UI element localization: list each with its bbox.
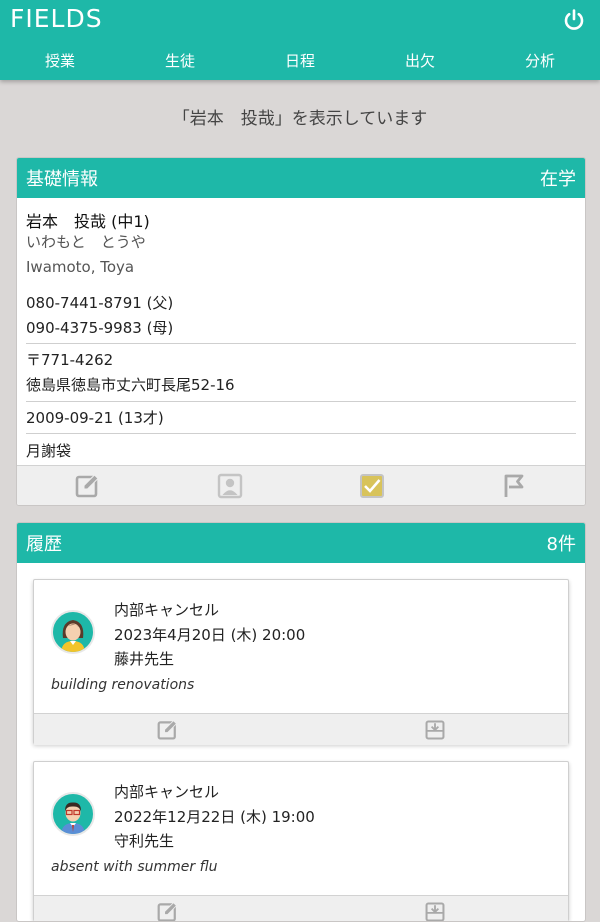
history-teacher: 守利先生 [114,829,315,854]
person-icon [217,473,243,499]
history-teacher: 藤井先生 [114,647,305,672]
history-details: 内部キャンセル 2023年4月20日 (木) 20:00 藤井先生 [114,598,305,672]
history-item-toolbar [34,895,568,922]
top-bar: FIELDS 授業 生徒 日程 出欠 分析 [0,0,600,80]
enrollment-status: 在学 [540,165,576,191]
basic-info-card: 基礎情報 在学 岩本 投哉 (中1) いわもと とうや Iwamoto, Toy… [16,157,586,506]
status-message: 「岩本 投哉」を表示しています [0,104,600,129]
archive-icon [424,719,446,741]
history-header: 履歴 8件 [17,523,585,563]
basic-info-header: 基礎情報 在学 [17,158,585,198]
history-item: 内部キャンセル 2022年12月22日 (木) 19:00 守利先生 absen… [33,761,569,921]
history-type: 内部キャンセル [114,598,305,623]
main-nav: 授業 生徒 日程 出欠 分析 [0,42,600,80]
address: 徳島県徳島市丈六町長尾52-16 [26,373,576,398]
edit-icon [157,719,179,741]
student-name-roman: Iwamoto, Toya [26,255,576,280]
student-name-kana: いわもと とうや [26,230,576,255]
checkbox-icon [359,473,385,499]
power-icon[interactable] [562,8,586,32]
phone-list: 080-7441-8791 (父) 090-4375-9983 (母) [26,280,576,344]
edit-icon [75,473,101,499]
history-note: building renovations [51,677,194,693]
postal-code: 〒771-4262 [26,348,576,373]
archive-icon [424,901,446,922]
nav-item-schedule[interactable]: 日程 [240,42,360,80]
history-datetime: 2022年12月22日 (木) 19:00 [114,805,315,830]
flag-icon [501,473,527,499]
history-details: 内部キャンセル 2022年12月22日 (木) 19:00 守利先生 [114,780,315,854]
history-archive-button[interactable] [301,714,568,745]
history-note: absent with summer flu [51,859,218,875]
basic-info-body: 岩本 投哉 (中1) いわもと とうや Iwamoto, Toya 080-74… [17,198,585,470]
history-datetime: 2023年4月20日 (木) 20:00 [114,623,305,648]
birthday: 2009-09-21 (13才) [26,402,576,434]
nav-item-students[interactable]: 生徒 [120,42,240,80]
male-teacher-icon [53,794,93,834]
nav-item-classes[interactable]: 授業 [0,42,120,80]
basic-info-toolbar [17,465,585,505]
history-card: 履歴 8件 内部キャンセル 2023年4月20日 (木) 20:00 藤井先生 … [16,522,586,922]
female-teacher-icon [53,612,93,652]
history-item: 内部キャンセル 2023年4月20日 (木) 20:00 藤井先生 buildi… [33,579,569,744]
app-logo[interactable]: FIELDS [10,4,103,33]
history-title: 履歴 [26,530,62,556]
history-type: 内部キャンセル [114,780,315,805]
nav-item-analysis[interactable]: 分析 [480,42,600,80]
basic-info-title: 基礎情報 [26,165,98,191]
student-name: 岩本 投哉 (中1) [26,208,576,230]
check-button[interactable] [301,466,443,505]
history-count: 8件 [547,530,576,556]
profile-button[interactable] [159,466,301,505]
nav-item-attendance[interactable]: 出欠 [360,42,480,80]
edit-icon [157,901,179,922]
teacher-avatar [51,610,95,654]
address-block: 〒771-4262 徳島県徳島市丈六町長尾52-16 [26,344,576,402]
edit-button[interactable] [17,466,159,505]
phone-mother[interactable]: 090-4375-9983 (母) [26,316,576,341]
flag-button[interactable] [443,466,585,505]
history-item-toolbar [34,713,568,745]
history-edit-button[interactable] [34,714,301,745]
teacher-avatar [51,792,95,836]
phone-father[interactable]: 080-7441-8791 (父) [26,291,576,316]
